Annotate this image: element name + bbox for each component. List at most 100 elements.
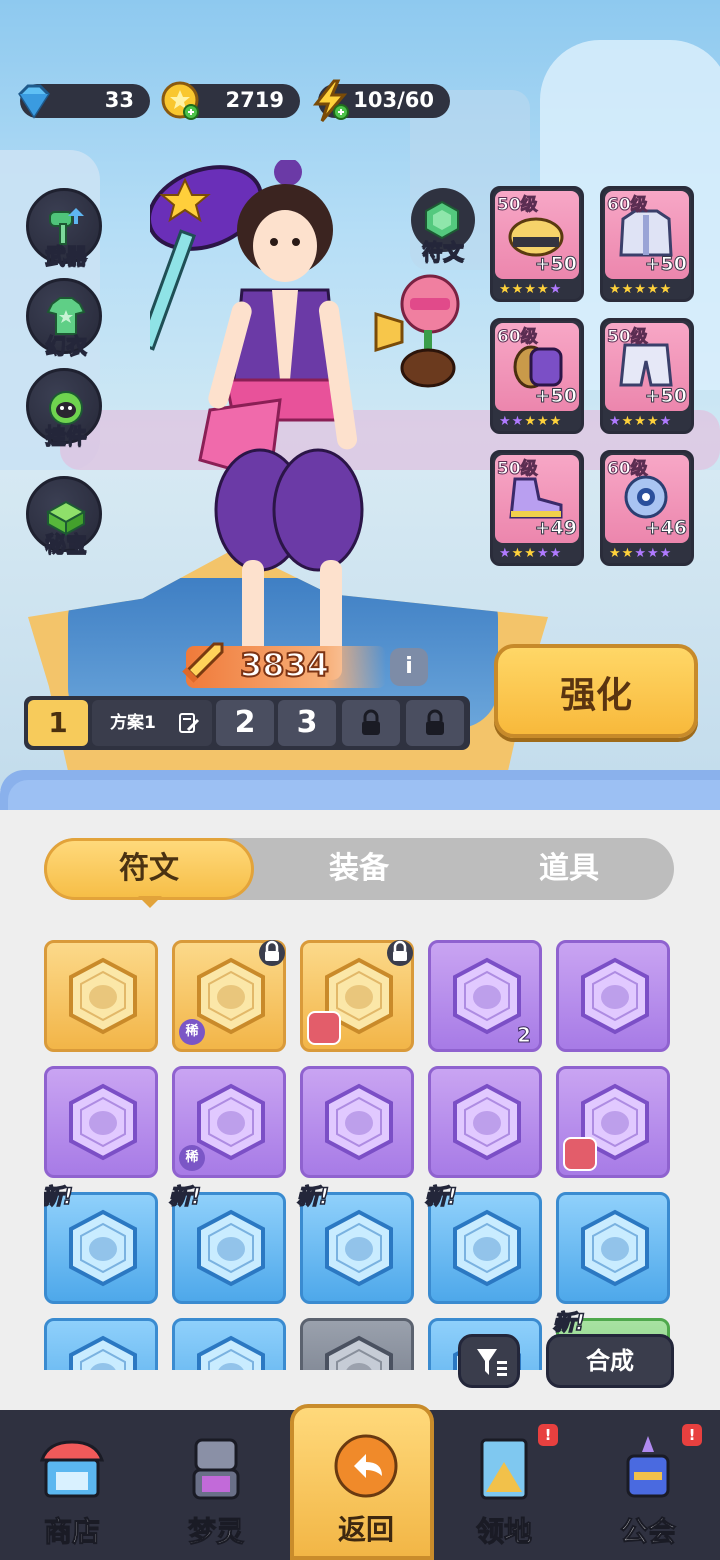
lock-icon [259, 940, 285, 966]
inventory-grid: 稀 2 稀新! 新! 新! 新! 新! [44, 940, 674, 1370]
guild-icon [626, 1436, 670, 1498]
equip-level: 50级 [497, 195, 539, 216]
equip-bonus: +49 [534, 517, 577, 540]
plan-slot-1[interactable]: 1 [28, 700, 88, 746]
rune-gem-icon [69, 957, 137, 1035]
inventory-slot[interactable] [172, 1318, 286, 1370]
new-tag: 新! [424, 1184, 458, 1211]
rune-gem-icon [453, 957, 521, 1035]
combine-button[interactable]: 合成 [546, 1334, 674, 1388]
new-tag: 新! [168, 1184, 202, 1211]
inventory-tabs: 符文 装备 道具 [44, 838, 674, 900]
inventory-slot[interactable]: 新! [296, 1184, 414, 1304]
tab-rune[interactable]: 符文 [44, 838, 254, 900]
combat-power-value: 3834 [239, 645, 330, 685]
equip-bonus: +50 [644, 385, 687, 408]
item-count: 2 [517, 1023, 532, 1048]
enhance-button[interactable]: 强化 [494, 644, 698, 738]
new-tag: 新! [552, 1310, 586, 1337]
inventory-slot[interactable] [300, 940, 414, 1052]
back-arrow-icon [334, 1434, 398, 1498]
equip-stars: ★★★★★ [609, 282, 673, 297]
inventory-slot[interactable] [428, 1066, 542, 1178]
character-avatar [563, 1137, 597, 1171]
side-button-label: 挂件 [45, 424, 88, 449]
rune-button[interactable]: 符文 [408, 188, 478, 268]
tab-items[interactable]: 道具 [464, 838, 674, 900]
equip-stars: ★★★★★ [609, 546, 673, 561]
info-button[interactable]: i [390, 648, 428, 686]
equip-slot-bracer[interactable]: 60级 +50 ★★★★★ [490, 318, 584, 434]
lightning-icon [312, 79, 349, 122]
inventory-slot[interactable] [44, 1066, 158, 1178]
rune-gem-icon [453, 1083, 521, 1161]
rare-tag: 稀 [179, 1145, 205, 1171]
coin-counter[interactable]: 2719 [161, 81, 300, 120]
inventory-slot[interactable]: 稀 [172, 1066, 286, 1178]
inventory-slot[interactable]: 2 [428, 940, 542, 1052]
nav-guild[interactable]: ! 公会 [576, 1410, 720, 1560]
gem-counter[interactable]: 33 [18, 84, 150, 119]
plan-name-label: 方案1 [110, 713, 156, 733]
territory-icon [480, 1438, 528, 1500]
lock-icon [362, 709, 380, 735]
equip-slot-orb[interactable]: 60级 +46 ★★★★★ [600, 450, 694, 566]
notification-badge: ! [538, 1424, 558, 1446]
inventory-slot[interactable] [44, 1318, 158, 1370]
rune-gem-icon [197, 957, 265, 1035]
sword-icon [182, 642, 224, 683]
rune-gem-icon [325, 1335, 393, 1370]
energy-value: 103/60 [353, 88, 434, 112]
inventory-slot[interactable]: 新! [424, 1184, 542, 1304]
new-tag: 新! [44, 1184, 74, 1211]
energy-counter[interactable]: 103/60 [312, 79, 450, 122]
side-button-treasure[interactable]: 秘宝 [26, 476, 106, 557]
plan-slot-2[interactable]: 2 [216, 700, 274, 746]
inventory-slot[interactable]: 新! [168, 1184, 286, 1304]
inventory-slot[interactable] [556, 1192, 670, 1304]
inventory-slot[interactable] [556, 1066, 670, 1178]
plan-slot-locked[interactable] [406, 700, 464, 746]
rune-button-label: 符文 [422, 240, 465, 265]
enhance-button-label: 强化 [559, 675, 632, 716]
rune-icon [425, 200, 459, 240]
side-button-outfit[interactable]: 幻衣 [26, 278, 106, 359]
rune-gem-icon [197, 1083, 265, 1161]
equip-slot-helmet[interactable]: 50级 +50 ★★★★★ [490, 186, 584, 302]
rune-gem-icon [581, 957, 649, 1035]
new-tag: 新! [296, 1184, 330, 1211]
plan-slot-3[interactable]: 3 [278, 700, 336, 746]
loadout-plan-bar: 1 方案1 2 3 [24, 696, 470, 750]
equip-bonus: +50 [534, 385, 577, 408]
plan-name-button[interactable]: 方案1 [92, 700, 212, 746]
equip-bonus: +46 [644, 517, 687, 540]
diamond-icon [18, 84, 50, 119]
nav-territory[interactable]: ! 领地 [432, 1410, 576, 1560]
equip-level: 60级 [607, 459, 649, 480]
inventory-slot[interactable]: 稀 [172, 940, 286, 1052]
filter-icon [477, 1349, 507, 1376]
nav-dream-spirit[interactable]: 梦灵 [144, 1410, 288, 1560]
filter-button[interactable] [458, 1334, 520, 1388]
bottom-nav: 商店 梦灵 返回 ! 领地 ! 公会 [0, 1404, 720, 1560]
plan-slot-locked[interactable] [342, 700, 400, 746]
inventory-slot[interactable] [556, 940, 670, 1052]
equip-slot-jacket[interactable]: 60级 +50 ★★★★★ [600, 186, 694, 302]
inventory-slot[interactable] [300, 1318, 414, 1370]
equip-slot-shoes[interactable]: 50级 +49 ★★★★★ [490, 450, 584, 566]
nav-back[interactable]: 返回 [290, 1404, 434, 1560]
nav-shop[interactable]: 商店 [0, 1410, 144, 1560]
tab-equipment[interactable]: 装备 [254, 838, 464, 900]
lock-icon [387, 940, 413, 966]
robot-icon [192, 1438, 240, 1500]
side-button-weapon[interactable]: 武器 [26, 188, 106, 269]
equip-slot-pants[interactable]: 50级 +50 ★★★★★ [600, 318, 694, 434]
equip-bonus: +50 [644, 253, 687, 276]
side-button-label: 武器 [45, 244, 88, 269]
equip-level: 50级 [497, 459, 539, 480]
inventory-slot[interactable] [300, 1066, 414, 1178]
rune-gem-icon [69, 1335, 137, 1370]
inventory-slot[interactable]: 新! [44, 1184, 158, 1304]
inventory-slot[interactable] [44, 940, 158, 1052]
side-button-pendant[interactable]: 挂件 [26, 368, 106, 449]
